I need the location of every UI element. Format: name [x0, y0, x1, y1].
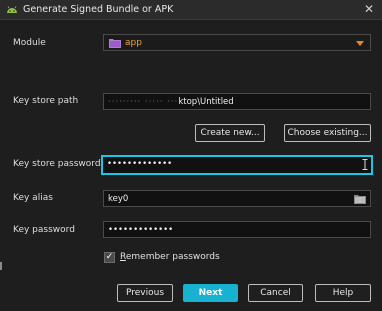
folder-icon[interactable]	[354, 194, 366, 204]
window-title: Generate Signed Bundle or APK	[23, 4, 174, 15]
key-password-field[interactable]: •••••••••••••	[103, 221, 371, 238]
edge-marker	[0, 262, 2, 270]
key-store-path-value: ktop\Untitled	[178, 97, 234, 107]
choose-existing-button[interactable]: Choose existing...	[284, 124, 371, 142]
key-store-path-label: Key store path	[13, 96, 79, 106]
module-value: app	[125, 38, 142, 48]
module-dropdown[interactable]: app	[103, 34, 371, 51]
folder-icon	[109, 39, 121, 48]
chevron-down-icon[interactable]	[356, 41, 364, 46]
remember-rest: emember passwords	[125, 252, 220, 262]
title-bar: Generate Signed Bundle or APK ✕	[0, 0, 382, 20]
key-password-value: •••••••••••••	[108, 225, 174, 235]
key-password-label: Key password	[13, 225, 75, 235]
text-cursor-icon	[362, 159, 368, 170]
help-button[interactable]: Help	[315, 284, 371, 302]
key-alias-field[interactable]: key0	[103, 190, 371, 207]
key-store-password-field[interactable]: •••••••••••••	[101, 155, 373, 175]
key-alias-value: key0	[108, 194, 129, 204]
remember-passwords-label[interactable]: Remember passwords	[120, 252, 220, 262]
next-button[interactable]: Next	[183, 284, 238, 302]
close-icon[interactable]: ✕	[362, 2, 376, 16]
cancel-button[interactable]: Cancel	[248, 284, 303, 302]
key-alias-label: Key alias	[13, 193, 53, 203]
create-new-button[interactable]: Create new...	[195, 124, 265, 142]
remember-passwords-checkbox[interactable]: ✓	[104, 252, 115, 263]
key-store-password-value: •••••••••••••	[107, 159, 173, 169]
previous-button[interactable]: Previous	[117, 284, 173, 302]
module-label: Module	[13, 38, 46, 48]
key-store-password-label: Key store password	[13, 159, 101, 169]
android-icon	[7, 6, 17, 13]
key-store-path-obscured: ········· ····· ···	[108, 97, 179, 107]
key-store-path-field[interactable]: ········· ····· ···ktop\Untitled	[103, 93, 371, 110]
